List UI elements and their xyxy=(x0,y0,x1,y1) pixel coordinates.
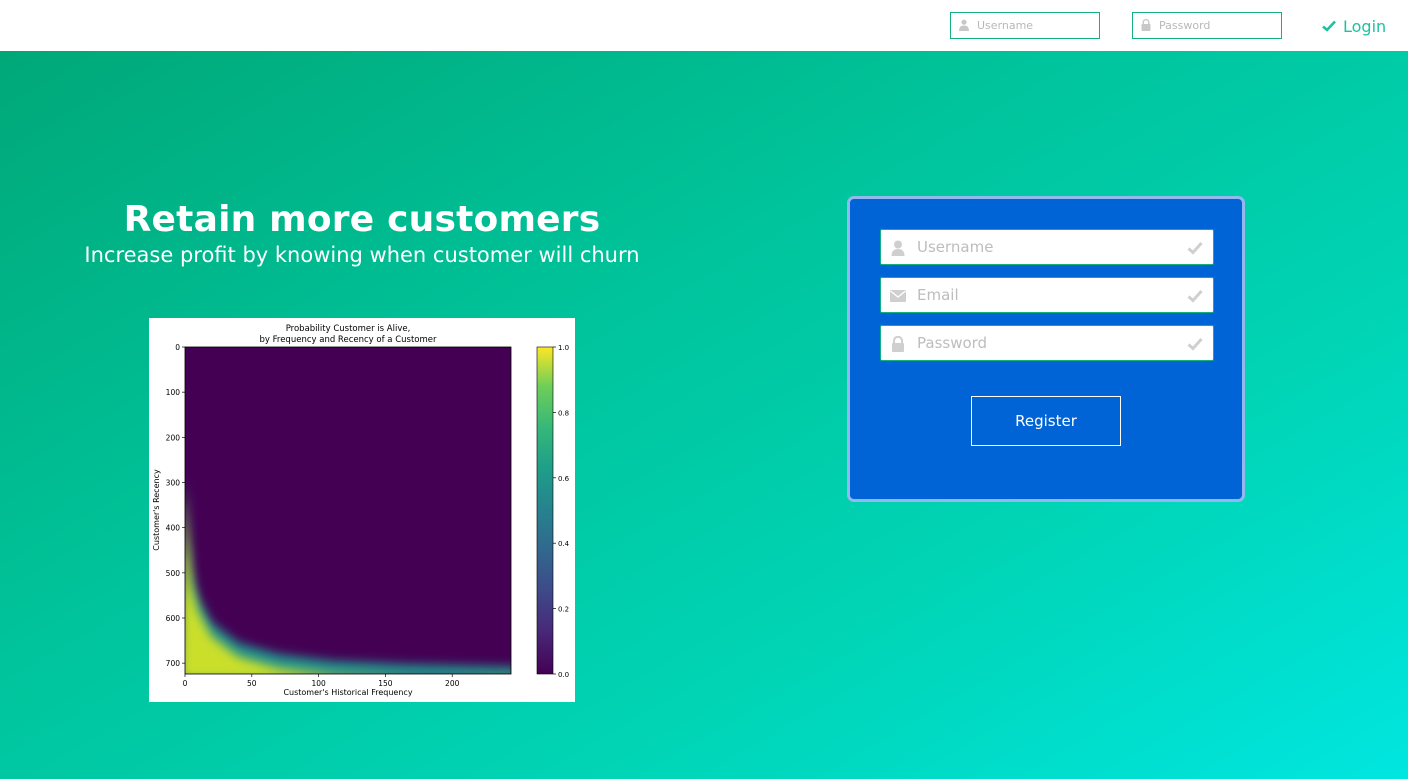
header-password-field[interactable] xyxy=(1132,12,1282,39)
hero-title: Retain more customers xyxy=(123,199,601,240)
chart-xlabel: Customer's Historical Frequency xyxy=(283,688,412,697)
y-tick-label: 400 xyxy=(166,524,181,533)
heatmap-area xyxy=(185,347,511,674)
login-label: Login xyxy=(1343,16,1387,36)
colorbar-tick-label: 0.6 xyxy=(558,475,570,483)
chart-ylabel: Customer's Recency xyxy=(152,469,161,551)
check-icon xyxy=(1187,337,1203,351)
y-tick-label: 100 xyxy=(166,388,181,397)
header-password-input[interactable] xyxy=(1159,13,1277,38)
y-tick-label: 600 xyxy=(166,614,181,623)
chart-title-line-1: Probability Customer is Alive, xyxy=(286,324,411,334)
lock-icon xyxy=(892,336,904,352)
check-icon xyxy=(1187,241,1203,255)
register-button[interactable]: Register xyxy=(971,396,1121,446)
x-tick-label: 0 xyxy=(183,679,188,688)
header-username-field[interactable] xyxy=(950,12,1100,39)
colorbar-tick-label: 0.8 xyxy=(558,409,569,417)
x-tick-label: 200 xyxy=(445,679,460,688)
register-email-input[interactable] xyxy=(917,278,1177,312)
top-navbar: Login xyxy=(0,0,1408,51)
x-tick-label: 50 xyxy=(247,679,257,688)
heatmap-background xyxy=(185,347,511,674)
register-email-field[interactable] xyxy=(880,277,1214,313)
hero-section: Retain more customers Increase profit by… xyxy=(0,51,1408,779)
churn-probability-chart: Probability Customer is Alive, by Freque… xyxy=(149,318,575,702)
hero-subtitle: Increase profit by knowing when customer… xyxy=(84,243,640,267)
colorbar-tick-label: 1.0 xyxy=(558,344,569,352)
register-card: Register xyxy=(847,196,1245,502)
register-username-field[interactable] xyxy=(880,229,1214,265)
envelope-icon xyxy=(890,290,906,302)
login-button[interactable]: Login xyxy=(1322,13,1386,39)
y-tick-label: 300 xyxy=(166,478,181,487)
register-password-field[interactable] xyxy=(880,325,1214,361)
colorbar xyxy=(536,346,554,675)
header-username-input[interactable] xyxy=(977,13,1095,38)
check-icon xyxy=(1322,20,1336,32)
x-tick-label: 100 xyxy=(311,679,326,688)
y-tick-label: 200 xyxy=(166,433,181,442)
y-tick-label: 0 xyxy=(175,343,180,352)
check-icon xyxy=(1187,289,1203,303)
user-icon xyxy=(959,19,969,31)
y-tick-label: 700 xyxy=(166,659,181,668)
colorbar-tick-label: 0.0 xyxy=(558,671,569,679)
lock-icon xyxy=(1141,19,1151,31)
y-tick-label: 500 xyxy=(166,569,181,578)
colorbar-tick-label: 0.2 xyxy=(558,606,569,614)
register-password-input[interactable] xyxy=(917,326,1177,360)
chart-title-line-2: by Frequency and Recency of a Customer xyxy=(260,335,437,345)
register-username-input[interactable] xyxy=(917,230,1177,264)
chart-svg: Probability Customer is Alive, by Freque… xyxy=(152,324,570,697)
user-icon xyxy=(891,240,905,256)
x-tick-label: 150 xyxy=(378,679,393,688)
colorbar-tick-label: 0.4 xyxy=(558,540,570,548)
